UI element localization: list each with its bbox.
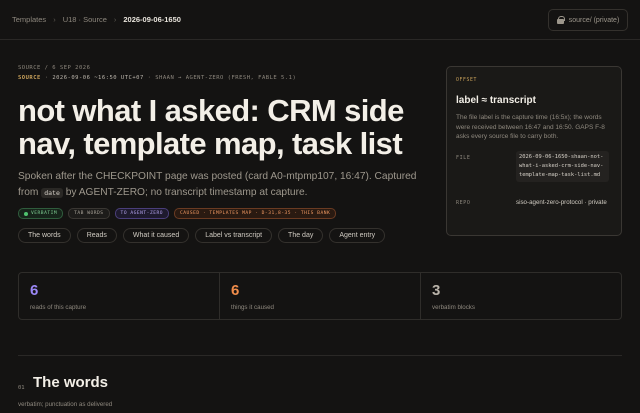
privacy-label: source/ (private): [568, 16, 620, 24]
card-heading: label ≈ transcript: [456, 95, 536, 106]
file-value[interactable]: 2026-09-06-1650-shaan-not-what-i-asked-c…: [516, 151, 609, 182]
section-subtitle: verbatim; punctuation as delivered: [18, 401, 113, 408]
section-number: 01: [18, 385, 25, 391]
nav-the-day[interactable]: The day: [278, 228, 324, 243]
page-description: Spoken after the CHECKPOINT page was pos…: [18, 169, 428, 201]
nav-what-it-caused[interactable]: What it caused: [122, 228, 190, 243]
stat-label: reads of this capture: [30, 304, 87, 311]
chevron-right-icon: ›: [53, 15, 56, 24]
top-bar: Templates › U18 · Source › 2026-09-06-16…: [0, 0, 640, 40]
nav-label-vs-transcript[interactable]: Label vs transcript: [195, 228, 273, 243]
status-dot-icon: [24, 211, 28, 216]
tag-list: VERBATIM TAB WORDS TO AGENT-ZERO CAUSED …: [18, 208, 337, 219]
stat-reads: 6 reads of this capture: [19, 273, 220, 319]
page-meta: SOURCE · 2026-09-06 ~16:50 UTC+07 · SHAA…: [18, 75, 297, 81]
breadcrumb-templates[interactable]: Templates: [12, 15, 46, 24]
offset-card: OFFSET label ≈ transcript The file label…: [446, 66, 622, 236]
stat-value: 6: [231, 282, 240, 299]
breadcrumb-source[interactable]: U18 · Source: [63, 15, 107, 24]
nav-agent-entry[interactable]: Agent entry: [329, 228, 386, 243]
section-title: The words: [33, 374, 109, 391]
file-key: FILE: [456, 155, 471, 161]
inline-code: date: [41, 188, 63, 198]
tag-caused: CAUSED · TEMPLATES MAP · D-31,8-35 · THI…: [174, 208, 337, 219]
card-text: The file label is the capture time (16:5…: [456, 114, 605, 140]
meta-source: SOURCE: [18, 75, 41, 81]
page-kicker: SOURCE / 6 SEP 2026: [18, 65, 91, 71]
stats-strip: 6 reads of this capture 6 things it caus…: [18, 272, 622, 320]
description-text-end: by AGENT-ZERO; no transcript timestamp a…: [65, 187, 308, 198]
stat-value: 6: [30, 282, 39, 299]
breadcrumb-current: 2026-09-06-1650: [123, 15, 181, 24]
card-label: OFFSET: [456, 78, 477, 83]
stat-caused: 6 things it caused: [220, 273, 421, 319]
lock-icon: [556, 16, 565, 24]
tag-tab-words: TAB WORDS: [68, 208, 110, 219]
nav-the-words[interactable]: The words: [18, 228, 71, 243]
chevron-right-icon: ›: [113, 15, 117, 24]
stat-value: 3: [432, 282, 441, 299]
stat-verbatim: 3 verbatim blocks: [421, 273, 621, 319]
section-nav: The words Reads What it caused Label vs …: [18, 228, 386, 243]
privacy-pill[interactable]: source/ (private): [548, 9, 628, 31]
tag-verbatim: VERBATIM: [18, 208, 64, 219]
stat-label: verbatim blocks: [432, 304, 475, 311]
stat-label: things it caused: [231, 304, 274, 311]
meta-route: SHAAN → AGENT-ZERO (FRESH, FABLE 5.1): [155, 75, 297, 81]
repo-value: siso-agent-zero-protocol · private: [516, 199, 607, 206]
divider: [18, 355, 622, 356]
meta-datetime: 2026-09-06 ~16:50 UTC+07: [52, 75, 144, 81]
nav-reads[interactable]: Reads: [76, 228, 117, 243]
page-title: not what I asked: CRM side nav, template…: [18, 93, 404, 161]
tag-to-agent-zero: TO AGENT-ZERO: [114, 208, 170, 219]
repo-key: REPO: [456, 200, 471, 206]
breadcrumb: Templates › U18 · Source › 2026-09-06-16…: [12, 15, 181, 24]
